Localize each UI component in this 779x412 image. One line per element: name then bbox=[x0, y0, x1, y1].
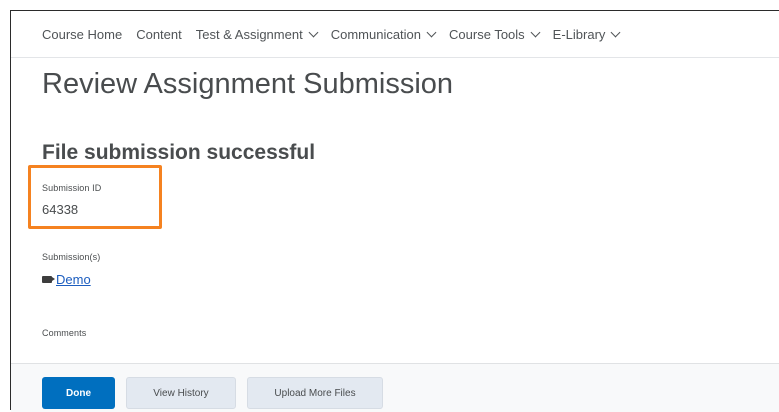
comments-label: Comments bbox=[42, 328, 87, 338]
view-history-button[interactable]: View History bbox=[126, 377, 236, 409]
submissions-label: Submission(s) bbox=[42, 252, 101, 262]
nav-test-assignment-label: Test & Assignment bbox=[195, 26, 303, 42]
submission-id-value: 64338 bbox=[42, 202, 79, 217]
submitted-file-link[interactable]: Demo bbox=[56, 272, 91, 287]
nav-course-tools-label: Course Tools bbox=[449, 26, 525, 42]
nav-content-label: Content bbox=[136, 26, 182, 42]
nav-course-home-label: Course Home bbox=[42, 26, 123, 42]
nav-communication-label: Communication bbox=[330, 26, 422, 42]
submission-id-label: Submission ID bbox=[42, 183, 102, 193]
nav-course-home[interactable]: Course Home bbox=[42, 27, 122, 42]
submitted-file: Demo bbox=[42, 272, 91, 287]
file-attachment-icon bbox=[42, 276, 55, 283]
nav-e-library-label: E-Library bbox=[552, 26, 606, 42]
nav-e-library[interactable]: E-Library bbox=[552, 26, 621, 42]
chevron-down-icon bbox=[530, 27, 541, 37]
nav-content[interactable]: Content bbox=[136, 27, 182, 42]
page-title: Review Assignment Submission bbox=[42, 68, 454, 100]
action-footer: Done View History Upload More Files bbox=[11, 363, 779, 412]
submission-id-highlight bbox=[28, 165, 162, 229]
assignment-window: Course Home Content Test & Assignment Co… bbox=[10, 10, 779, 412]
submission-status-heading: File submission successful bbox=[42, 141, 316, 164]
done-button[interactable]: Done bbox=[42, 377, 115, 409]
upload-more-files-button[interactable]: Upload More Files bbox=[247, 377, 383, 409]
chevron-down-icon bbox=[308, 27, 319, 37]
nav-test-assignment[interactable]: Test & Assignment bbox=[195, 26, 319, 42]
course-navbar: Course Home Content Test & Assignment Co… bbox=[11, 11, 779, 58]
nav-course-tools[interactable]: Course Tools bbox=[449, 26, 541, 42]
chevron-down-icon bbox=[610, 27, 621, 37]
nav-communication[interactable]: Communication bbox=[330, 26, 437, 42]
chevron-down-icon bbox=[426, 27, 437, 37]
